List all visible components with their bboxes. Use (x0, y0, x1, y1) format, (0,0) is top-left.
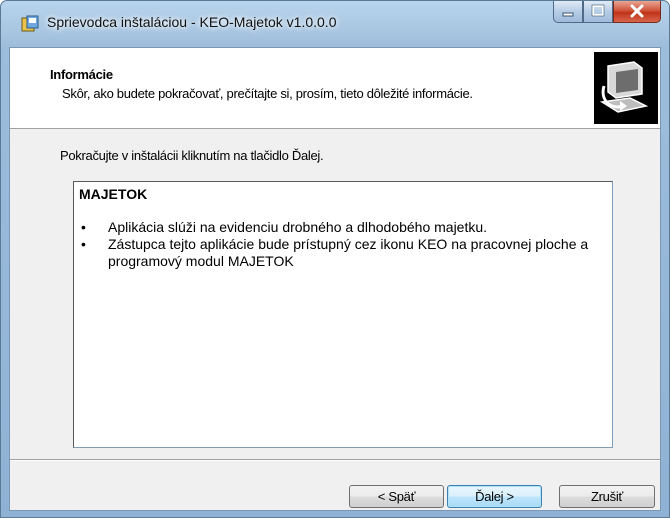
maximize-button[interactable] (583, 1, 613, 23)
wizard-header: Informácie Skôr, ako budete pokračovať, … (10, 48, 660, 129)
wizard-image (594, 52, 658, 124)
info-heading: MAJETOK (79, 186, 148, 202)
installer-icon (21, 15, 39, 32)
info-bullet: Aplikácia slúži na evidenciu drobného a … (74, 219, 606, 236)
info-memo[interactable]: MAJETOK Aplikácia slúži na evidenciu dro… (73, 181, 613, 448)
minimize-button[interactable] (553, 1, 583, 23)
window-title: Sprievodca inštaláciou - KEO-Majetok v1.… (47, 14, 337, 30)
close-button[interactable] (613, 1, 661, 23)
computer-install-icon (594, 52, 658, 124)
cancel-button[interactable]: Zrušiť (559, 485, 655, 508)
close-icon (630, 4, 644, 18)
instruction-text: Pokračujte v inštalácii kliknutím na tla… (60, 148, 324, 163)
page-subtitle: Skôr, ako budete pokračovať, prečítajte … (62, 86, 473, 101)
minimize-icon (562, 12, 574, 17)
wizard-client-area: Informácie Skôr, ako budete pokračovať, … (9, 47, 661, 511)
page-title: Informácie (50, 67, 113, 82)
title-bar[interactable]: Sprievodca inštaláciou - KEO-Majetok v1.… (1, 1, 669, 47)
next-button[interactable]: Ďalej > (447, 485, 542, 508)
maximize-icon (591, 4, 605, 17)
footer-divider (10, 459, 660, 461)
installer-window: Sprievodca inštaláciou - KEO-Majetok v1.… (0, 0, 670, 518)
info-list: Aplikácia slúži na evidenciu drobného a … (74, 219, 606, 270)
back-button[interactable]: < Späť (349, 485, 444, 508)
info-bullet: Zástupca tejto aplikácie bude prístupný … (74, 236, 606, 270)
